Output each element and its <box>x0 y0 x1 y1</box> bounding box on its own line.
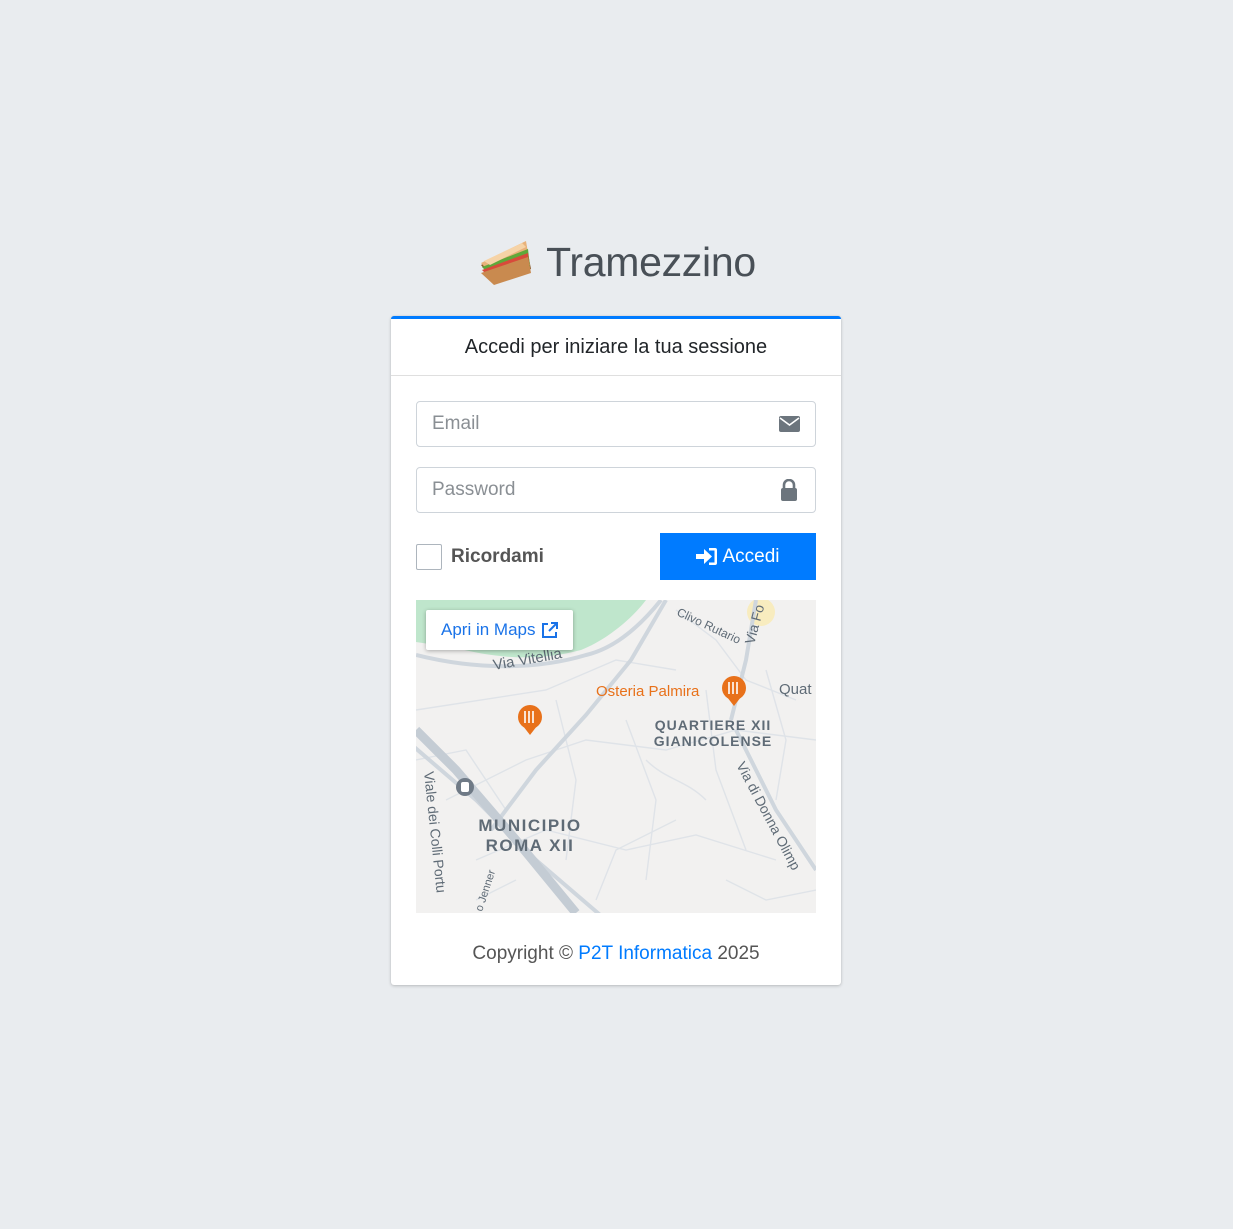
brand-name: Tramezzino <box>546 238 756 285</box>
map-label-gianicolense: GIANICOLENSE <box>654 733 773 749</box>
remember-checkbox[interactable] <box>416 543 442 570</box>
login-message: Accedi per iniziare la tua sessione <box>391 319 841 376</box>
brand: Tramezzino <box>391 232 841 292</box>
open-in-maps-link[interactable]: Apri in Maps <box>426 610 574 650</box>
external-link-icon <box>542 621 559 638</box>
remember-me[interactable]: Ricordami <box>416 543 544 570</box>
copyright-prefix: Copyright © <box>472 943 579 964</box>
login-button[interactable]: Accedi <box>660 533 816 580</box>
login-form: Ricordami Accedi <box>391 376 841 985</box>
map-label-municipio: MUNICIPIO <box>478 816 581 835</box>
login-box: Tramezzino Accedi per iniziare la tua se… <box>391 232 841 985</box>
map-label-roma-xii: ROMA XII <box>486 836 575 855</box>
login-button-label: Accedi <box>722 545 780 567</box>
sandwich-icon <box>481 241 532 285</box>
password-group <box>416 467 816 513</box>
map-embed[interactable]: Via Vitellia Clivo Rutario Via Fo Osteri… <box>416 600 816 913</box>
remember-label: Ricordami <box>451 545 544 567</box>
copyright-year: 2025 <box>712 943 760 964</box>
form-actions: Ricordami Accedi <box>416 533 816 580</box>
map-label-quartiere: QUARTIERE XII <box>655 717 771 733</box>
email-group <box>416 401 816 447</box>
sign-in-icon <box>696 548 718 565</box>
lock-icon <box>763 479 815 501</box>
open-in-maps-label: Apri in Maps <box>441 620 536 639</box>
map-label-osteria: Osteria Palmira <box>596 683 700 700</box>
envelope-icon <box>763 416 815 432</box>
password-input[interactable] <box>417 468 763 512</box>
company-link[interactable]: P2T Informatica <box>578 943 712 964</box>
copyright: Copyright © P2T Informatica 2025 <box>416 943 816 965</box>
map-label-quat: Quat <box>779 681 812 698</box>
email-input[interactable] <box>417 402 763 446</box>
login-card: Accedi per iniziare la tua sessione Emai… <box>391 316 841 985</box>
